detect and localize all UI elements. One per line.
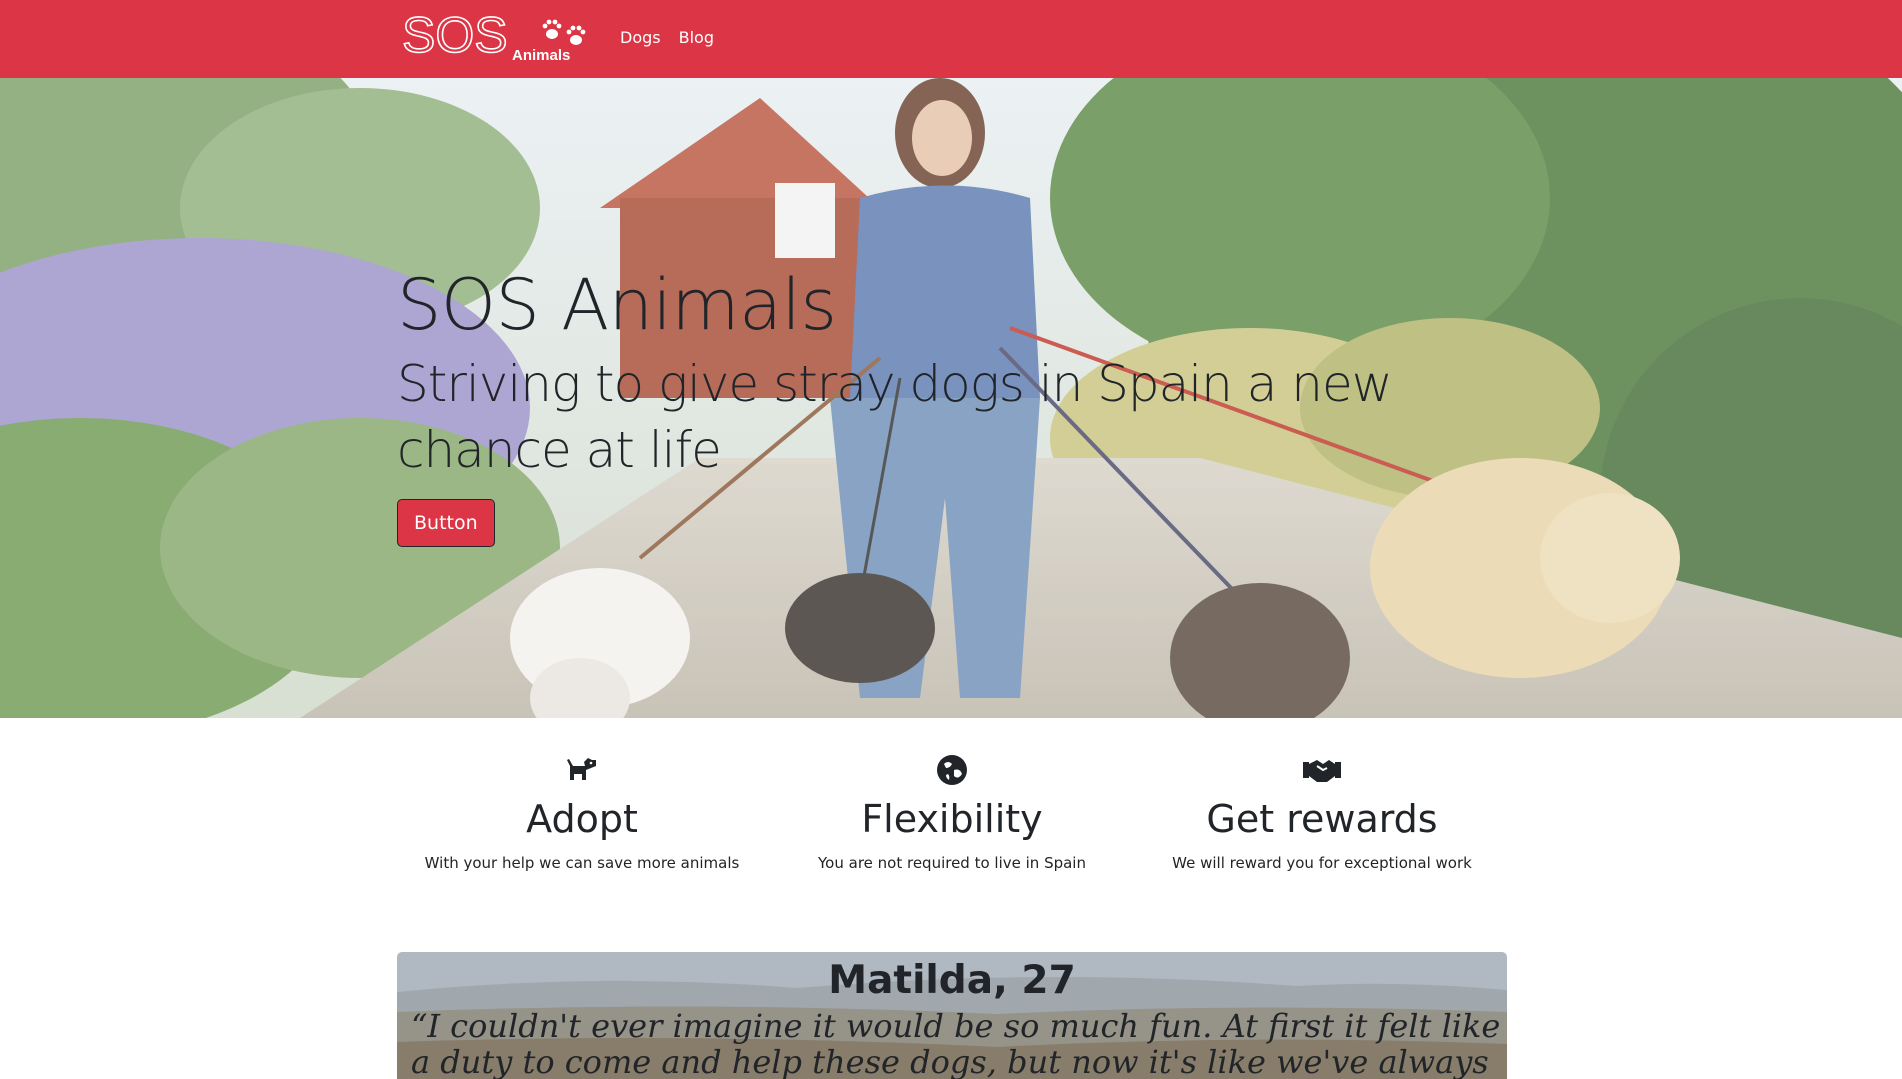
feature-title: Flexibility bbox=[861, 797, 1043, 841]
brand-logo[interactable]: SOS Animals bbox=[400, 8, 596, 64]
hero-content: SOS Animals Striving to give stray dogs … bbox=[397, 263, 1457, 547]
feature-text: We will reward you for exceptional work bbox=[1172, 854, 1472, 872]
nav-links: Dogs Blog bbox=[620, 28, 714, 47]
nav-link-dogs[interactable]: Dogs bbox=[620, 28, 661, 47]
logo-main-text: SOS bbox=[402, 8, 508, 63]
paw-prints-icon bbox=[542, 19, 586, 45]
hero-section: SOS Animals Striving to give stray dogs … bbox=[0, 78, 1902, 718]
feature-title: Get rewards bbox=[1206, 797, 1438, 841]
feature-title: Adopt bbox=[526, 797, 638, 841]
hero-title: SOS Animals bbox=[397, 264, 837, 346]
testimonial-quote: “I couldn't ever imagine it would be so … bbox=[411, 1007, 1501, 1079]
nav-link-blog[interactable]: Blog bbox=[679, 28, 714, 47]
feature-text: You are not required to live in Spain bbox=[818, 854, 1086, 872]
feature-text: With your help we can save more animals bbox=[424, 854, 740, 872]
globe-icon bbox=[937, 755, 967, 785]
feature-rewards: Get rewards We will reward you for excep… bbox=[1137, 752, 1507, 874]
handshake-icon bbox=[1303, 760, 1341, 782]
feature-adopt: Adopt With your help we can save more an… bbox=[397, 752, 767, 874]
features-section: Adopt With your help we can save more an… bbox=[397, 752, 1507, 874]
testimonial-name: Matilda, 27 bbox=[828, 958, 1076, 1003]
dog-icon bbox=[567, 758, 596, 780]
testimonial-card: Matilda, 27 “I couldn't ever imagine it … bbox=[397, 952, 1507, 1079]
feature-flexibility: Flexibility You are not required to live… bbox=[767, 752, 1137, 874]
navbar: SOS Animals Dogs Blog bbox=[0, 0, 1902, 78]
logo-sub-text: Animals bbox=[512, 47, 570, 64]
hero-subtitle: Striving to give stray dogs in Spain a n… bbox=[397, 355, 1393, 479]
hero-cta-button[interactable]: Button bbox=[397, 499, 495, 547]
